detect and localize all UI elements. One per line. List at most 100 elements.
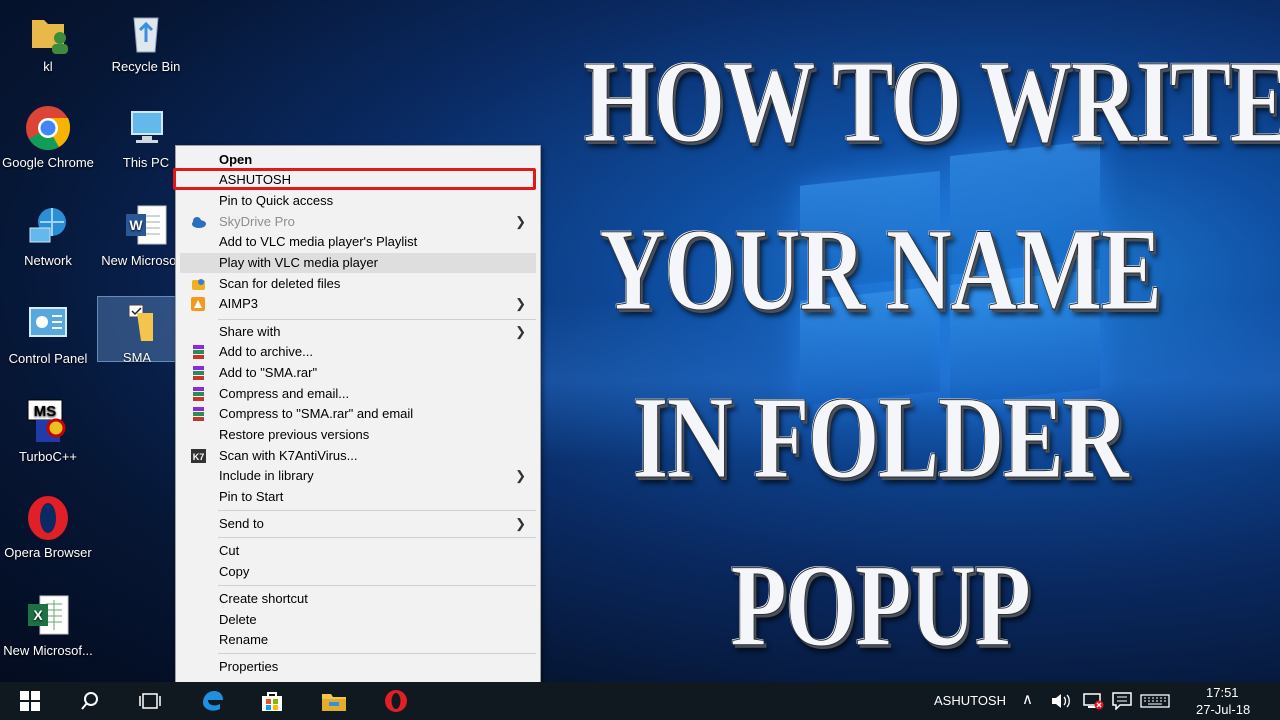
menu-item-label: Scan with K7AntiVirus...	[219, 448, 358, 463]
menu-item-label: Cut	[219, 543, 240, 558]
turboc-icon: MS	[24, 398, 72, 446]
search-button[interactable]	[66, 682, 114, 720]
recycle-bin-icon	[122, 8, 170, 56]
task-view-icon	[139, 693, 161, 709]
desktop-icon-sma-folder[interactable]: SMA	[97, 296, 177, 365]
menu-separator	[218, 510, 536, 511]
menu-item-label: Pin to Quick access	[219, 193, 334, 208]
svg-text:W: W	[129, 217, 143, 233]
start-button[interactable]	[6, 682, 54, 720]
menu-item-properties[interactable]: Properties	[176, 657, 540, 677]
menu-item-label: Compress to "SMA.rar" and email	[219, 406, 414, 421]
file-explorer-button[interactable]	[310, 682, 358, 720]
desktop-icon-label: Recycle Bin	[111, 59, 181, 74]
menu-separator	[218, 585, 536, 586]
clock-time[interactable]: 17:51	[1206, 685, 1239, 700]
taskbar: ASHUTOSH ∧ 17:51 27-Jul-18	[0, 682, 1280, 720]
menu-item-pin-start[interactable]: Pin to Start	[176, 487, 540, 507]
menu-item-restore-versions[interactable]: Restore previous versions	[176, 425, 540, 445]
store-icon	[262, 692, 282, 711]
edge-button[interactable]	[188, 682, 236, 720]
menu-item-label: Restore previous versions	[219, 427, 370, 442]
user-folder-icon	[24, 8, 72, 56]
desktop-icon-turboc[interactable]: MS TurboC++	[0, 398, 96, 464]
menu-item-send-to[interactable]: Send to ❯	[176, 514, 540, 534]
file-explorer-icon	[322, 694, 346, 711]
menu-item-create-shortcut[interactable]: Create shortcut	[176, 589, 540, 609]
desktop-icon-kl[interactable]: kl	[0, 8, 96, 74]
desktop-icon-chrome[interactable]: Google Chrome	[0, 104, 96, 170]
chevron-right-icon: ❯	[515, 468, 526, 483]
chevron-right-icon: ❯	[515, 296, 526, 311]
menu-item-skydrive-pro[interactable]: SkyDrive Pro ❯	[176, 212, 540, 232]
chevron-right-icon: ❯	[515, 214, 526, 229]
menu-item-delete[interactable]: Delete	[176, 610, 540, 630]
menu-item-compress-email[interactable]: Compress and email...	[176, 384, 540, 404]
menu-item-label: Copy	[219, 564, 250, 579]
notification-icon[interactable]	[1112, 692, 1132, 710]
menu-item-label: Include in library	[219, 468, 314, 483]
chevron-right-icon: ❯	[515, 516, 526, 531]
highlight-box	[173, 168, 536, 190]
headline-line-3: IN FOLDER	[632, 372, 1129, 504]
desktop-icon-recycle-bin[interactable]: Recycle Bin	[98, 8, 194, 74]
search-icon	[81, 692, 98, 710]
menu-item-label: Send to	[219, 516, 264, 531]
opera-icon	[385, 690, 407, 712]
menu-item-label: Pin to Start	[219, 489, 284, 504]
menu-item-label: Add to "SMA.rar"	[219, 365, 318, 380]
menu-item-scan-deleted[interactable]: Scan for deleted files	[176, 274, 540, 294]
network-icon	[24, 202, 72, 250]
menu-separator	[218, 537, 536, 538]
menu-item-include-library[interactable]: Include in library ❯	[176, 466, 540, 486]
desktop-icon-label: Google Chrome	[2, 155, 94, 170]
folder-icon	[113, 299, 161, 347]
task-view-button[interactable]	[126, 682, 174, 720]
desktop-icon-excel-doc[interactable]: X New Microsof...	[0, 592, 96, 658]
desktop-icon-opera[interactable]: Opera Browser	[0, 494, 96, 560]
desktop-icon-label: This PC	[122, 155, 170, 170]
winrar-icon	[191, 407, 206, 421]
opera-icon	[24, 494, 72, 542]
menu-item-label: Open	[219, 152, 253, 167]
menu-separator	[218, 319, 536, 320]
desktop-icon-label: New Microsof...	[3, 643, 93, 658]
desktop-icon-network[interactable]: Network	[0, 202, 96, 268]
menu-item-add-sma-rar[interactable]: Add to "SMA.rar"	[176, 363, 540, 383]
scan-icon	[191, 277, 206, 291]
volume-icon[interactable]	[1050, 693, 1072, 709]
menu-item-cut[interactable]: Cut	[176, 541, 540, 561]
menu-item-open[interactable]: Open	[176, 150, 540, 170]
chevron-up-icon[interactable]: ∧	[1022, 690, 1033, 708]
menu-item-scan-k7[interactable]: K7 Scan with K7AntiVirus...	[176, 446, 540, 466]
store-button[interactable]	[248, 682, 296, 720]
headline-line-4: POPUP	[730, 540, 1031, 672]
desktop-icon-control-panel[interactable]: Control Panel	[0, 300, 96, 366]
chevron-right-icon: ❯	[515, 324, 526, 339]
menu-item-compress-sma-email[interactable]: Compress to "SMA.rar" and email	[176, 404, 540, 424]
menu-item-label: Play with VLC media player	[219, 255, 378, 270]
desktop-icon-label: kl	[43, 59, 53, 74]
menu-item-label: Rename	[219, 632, 269, 647]
menu-item-aimp3[interactable]: AIMP3 ❯	[176, 294, 540, 314]
menu-item-pin-quick-access[interactable]: Pin to Quick access	[176, 191, 540, 211]
video-title-overlay: HOW TO WRITE YOUR NAME IN FOLDER POPUP	[500, 18, 1280, 690]
folder-context-menu: Open ASHUTOSH Pin to Quick access SkyDri…	[175, 145, 541, 684]
menu-item-add-vlc-playlist[interactable]: Add to VLC media player's Playlist	[176, 232, 540, 252]
menu-item-add-archive[interactable]: Add to archive...	[176, 342, 540, 362]
menu-item-play-vlc[interactable]: Play with VLC media player	[180, 253, 536, 273]
svg-text:K7: K7	[193, 452, 205, 462]
opera-taskbar-button[interactable]	[372, 682, 420, 720]
clock-date[interactable]: 27-Jul-18	[1196, 702, 1250, 717]
menu-item-label: SkyDrive Pro	[219, 214, 295, 229]
network-disconnected-icon[interactable]	[1082, 692, 1104, 710]
tray-username[interactable]: ASHUTOSH	[934, 693, 1006, 708]
keyboard-icon[interactable]	[1140, 694, 1170, 708]
control-panel-icon	[24, 300, 72, 348]
menu-item-copy[interactable]: Copy	[176, 562, 540, 582]
menu-item-label: Add to VLC media player's Playlist	[219, 234, 418, 249]
menu-item-share-with[interactable]: Share with ❯	[176, 322, 540, 342]
menu-item-label: Compress and email...	[219, 386, 350, 401]
svg-text:X: X	[33, 607, 43, 623]
menu-item-rename[interactable]: Rename	[176, 630, 540, 650]
